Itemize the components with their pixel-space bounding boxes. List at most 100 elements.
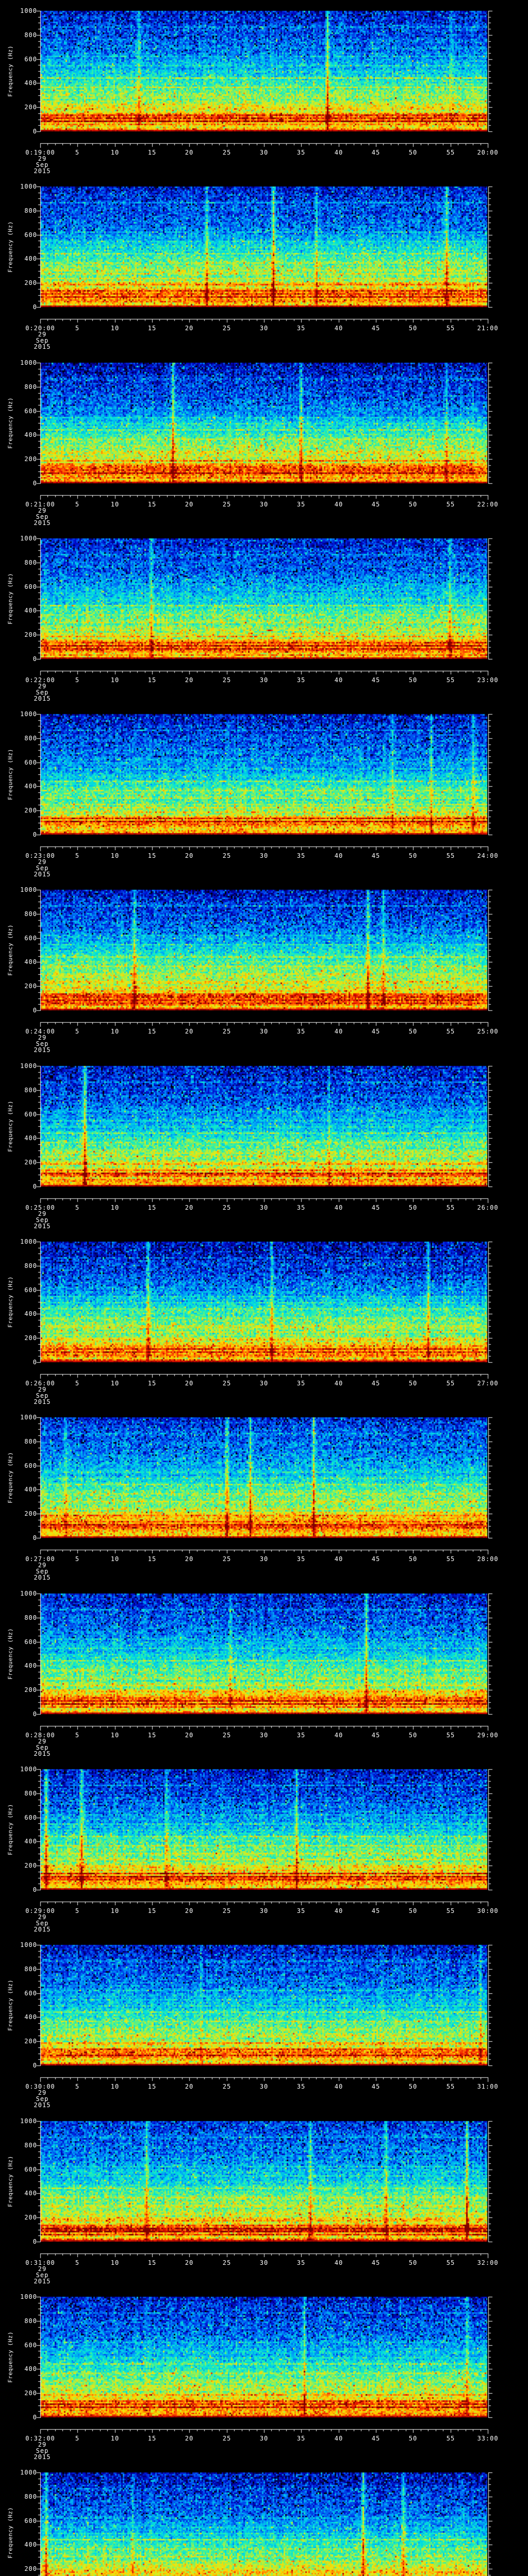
y-tick-label: 800: [24, 2493, 37, 2500]
y-tick-label: 800: [24, 383, 37, 391]
x-tick-label: 20: [185, 2083, 194, 2090]
x-tick-label: 25: [222, 1380, 232, 1387]
x-tick-label: 15: [147, 2259, 157, 2266]
y-tick-label: 600: [24, 1814, 37, 1821]
x-end-time-label: 26:00: [477, 1204, 499, 1211]
x-tick-label: 15: [147, 1907, 157, 1914]
x-tick-label: 5: [75, 1380, 80, 1387]
date-year-label: 2015: [34, 2453, 51, 2461]
y-tick-label: 400: [24, 2013, 37, 2021]
x-tick-label: 30: [259, 676, 269, 684]
spectrogram-panel: Frequency (Hz) 0 200 400 600 800 1000 0:25:00 5 1…: [0, 1055, 528, 1231]
x-tick-label: 35: [296, 2259, 306, 2266]
x-tick-label: 50: [408, 2083, 418, 2090]
x-tick-label: 25: [222, 325, 232, 332]
x-tick-label: 50: [408, 1732, 418, 1739]
x-tick-label: 25: [222, 852, 232, 859]
x-tick-label: 30: [259, 852, 269, 859]
x-tick-label: 45: [371, 1907, 381, 1914]
x-tick-label: 50: [408, 852, 418, 859]
y-tick-label: 800: [24, 1790, 37, 1797]
x-tick-label: 40: [334, 1204, 343, 1211]
date-year-label: 2015: [34, 2102, 51, 2109]
y-tick-label: 200: [24, 2565, 37, 2572]
x-tick-label: 20: [185, 501, 194, 508]
spectrogram-panel: Frequency (Hz) 0 200 400 600 800 1000 0:26:00 5 1…: [0, 1231, 528, 1407]
y-tick-label: 200: [24, 1159, 37, 1166]
y-tick-label: 0: [32, 2238, 37, 2245]
y-tick-label: 1000: [20, 359, 37, 366]
y-tick-label: 0: [32, 1534, 37, 1541]
x-tick-label: 45: [371, 676, 381, 684]
x-end-time-label: 27:00: [477, 1380, 499, 1387]
x-end-time-label: 29:00: [477, 1732, 499, 1739]
x-tick-label: 30: [259, 325, 269, 332]
y-tick-label: 1000: [20, 1062, 37, 1070]
y-tick-label: 0: [32, 655, 37, 663]
x-tick-label: 45: [371, 2083, 381, 2090]
y-tick-label: 0: [32, 1886, 37, 1893]
x-tick-label: 30: [259, 2083, 269, 2090]
x-tick-label: 50: [408, 1204, 418, 1211]
x-end-time-label: 28:00: [477, 1555, 499, 1563]
x-tick-label: 35: [296, 1204, 306, 1211]
x-tick-label: 40: [334, 1555, 343, 1563]
date-year-label: 2015: [34, 1398, 51, 1405]
y-tick-label: 1000: [20, 1414, 37, 1421]
spectrogram-panel: Frequency (Hz) 0 200 400 600 800 1000 0:21:00 5 1…: [0, 352, 528, 528]
y-axis-title: Frequency (Hz): [7, 1276, 14, 1328]
x-tick-label: 50: [408, 1907, 418, 1914]
x-tick-label: 5: [75, 501, 80, 508]
y-tick-label: 200: [24, 807, 37, 814]
y-tick-label: 200: [24, 982, 37, 990]
x-tick-label: 5: [75, 1204, 80, 1211]
x-tick-label: 30: [259, 149, 269, 156]
x-tick-label: 40: [334, 1732, 343, 1739]
y-axis-title: Frequency (Hz): [7, 749, 14, 800]
y-tick-label: 0: [32, 831, 37, 838]
x-tick-label: 5: [75, 676, 80, 684]
y-tick-label: 1000: [20, 886, 37, 893]
y-tick-label: 600: [24, 2166, 37, 2173]
y-tick-label: 600: [24, 231, 37, 239]
date-year-label: 2015: [34, 695, 51, 702]
x-tick-label: 50: [408, 2435, 418, 2442]
y-tick-label: 200: [24, 2214, 37, 2221]
x-tick-label: 10: [110, 852, 120, 859]
date-year-label: 2015: [34, 167, 51, 175]
x-end-time-label: 30:00: [477, 1907, 499, 1914]
x-tick-label: 50: [408, 501, 418, 508]
x-tick-label: 10: [110, 1555, 120, 1563]
x-tick-label: 40: [334, 2259, 343, 2266]
y-tick-label: 200: [24, 1686, 37, 1693]
spectrogram-canvas: [0, 2462, 528, 2576]
x-tick-label: 50: [408, 1028, 418, 1035]
date-year-label: 2015: [34, 343, 51, 350]
spectrogram-panel: Frequency (Hz) 0 200 400 600 800 1000 0:22:00 5 1…: [0, 528, 528, 704]
y-tick-label: 1000: [20, 2293, 37, 2300]
x-tick-label: 10: [110, 2435, 120, 2442]
date-year-label: 2015: [34, 1574, 51, 1581]
x-tick-label: 50: [408, 676, 418, 684]
x-tick-label: 35: [296, 149, 306, 156]
spectrogram-panel: Frequency (Hz) 0 200 400 600 800 1000 0:24:00 5 1…: [0, 879, 528, 1055]
spectrogram-panel: Frequency (Hz) 0 200 400 600 800 1000 0:23:00 5 1…: [0, 703, 528, 879]
x-tick-label: 35: [296, 501, 306, 508]
x-tick-label: 25: [222, 1732, 232, 1739]
x-tick-label: 25: [222, 149, 232, 156]
x-tick-label: 40: [334, 1028, 343, 1035]
y-axis-title: Frequency (Hz): [7, 45, 14, 97]
y-tick-label: 200: [24, 2038, 37, 2045]
x-end-time-label: 23:00: [477, 676, 499, 684]
x-tick-label: 40: [334, 1380, 343, 1387]
spectrogram-panel: Frequency (Hz) 0 200 400 600 800 1000 0:28:00 5 1…: [0, 1583, 528, 1759]
x-tick-label: 25: [222, 2435, 232, 2442]
x-tick-label: 20: [185, 676, 194, 684]
x-tick-label: 5: [75, 1555, 80, 1563]
y-tick-label: 0: [32, 1359, 37, 1366]
y-tick-label: 200: [24, 279, 37, 286]
y-tick-label: 200: [24, 1334, 37, 1342]
x-tick-label: 20: [185, 852, 194, 859]
x-tick-label: 40: [334, 2083, 343, 2090]
x-tick-label: 5: [75, 852, 80, 859]
